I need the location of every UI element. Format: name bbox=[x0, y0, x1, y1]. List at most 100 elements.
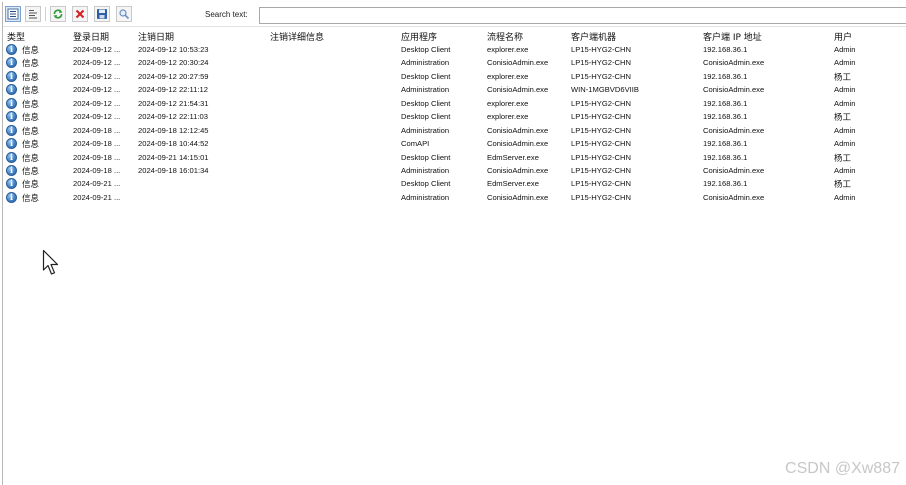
cell-application: Desktop Client bbox=[401, 71, 451, 81]
cell-application: Desktop Client bbox=[401, 152, 451, 162]
refresh-button[interactable] bbox=[50, 6, 66, 22]
table-row[interactable]: i 信息 2024-09-12 ... 2024-09-12 21:54:31 Desk… bbox=[3, 97, 906, 110]
cell-client-ip: 192.168.36.1 bbox=[703, 179, 748, 189]
cell-login-date: 2024-09-12 ... bbox=[73, 112, 121, 122]
table-row[interactable]: i 信息 2024-09-21 ... Desktop Client EdmServer… bbox=[3, 177, 906, 190]
details-view-button[interactable] bbox=[5, 6, 21, 22]
table-row[interactable]: i 信息 2024-09-12 ... 2024-09-12 10:53:23 Desk… bbox=[3, 43, 906, 56]
cell-client-ip: 192.168.36.1 bbox=[703, 71, 748, 81]
cell-type: 信息 bbox=[22, 72, 40, 83]
refresh-icon bbox=[53, 9, 63, 19]
column-header-client-machine[interactable]: 客户端机器 bbox=[571, 30, 616, 43]
cell-application: Administration bbox=[401, 192, 450, 202]
cell-client-ip: 192.168.36.1 bbox=[703, 112, 748, 122]
cell-type: 信息 bbox=[22, 166, 40, 177]
cell-process-name: ConisioAdmin.exe bbox=[487, 192, 549, 202]
cell-process-name: EdmServer.exe bbox=[487, 152, 539, 162]
cell-login-date: 2024-09-18 ... bbox=[73, 152, 121, 162]
cell-user: 杨工 bbox=[834, 72, 852, 83]
delete-button[interactable] bbox=[72, 6, 88, 22]
cell-application: Desktop Client bbox=[401, 112, 451, 122]
cell-logout-date: 2024-09-12 20:30:24 bbox=[138, 58, 209, 68]
mouse-pointer-icon bbox=[42, 249, 59, 275]
cell-login-date: 2024-09-12 ... bbox=[73, 45, 121, 54]
save-button[interactable] bbox=[94, 6, 110, 22]
search-label: Search text: bbox=[205, 10, 248, 19]
info-icon: i bbox=[6, 57, 17, 69]
cell-client-machine: LP15-HYG2-CHN bbox=[571, 152, 631, 162]
cell-user: Admin bbox=[834, 45, 856, 54]
cell-user: Admin bbox=[834, 165, 856, 175]
cell-user: 杨工 bbox=[834, 180, 852, 191]
cell-login-date: 2024-09-12 ... bbox=[73, 58, 121, 68]
info-icon: i bbox=[6, 44, 17, 55]
table-row[interactable]: i 信息 2024-09-18 ... 2024-09-18 16:01:34 Admi… bbox=[3, 164, 906, 177]
cell-type: 信息 bbox=[22, 86, 40, 97]
cell-type: 信息 bbox=[22, 113, 40, 124]
cell-login-date: 2024-09-12 ... bbox=[73, 98, 121, 108]
cell-user: Admin bbox=[834, 58, 856, 68]
cell-logout-date: 2024-09-21 14:15:01 bbox=[138, 152, 209, 162]
cell-application: Administration bbox=[401, 58, 450, 68]
cell-client-ip: 192.168.36.1 bbox=[703, 152, 748, 162]
cell-client-machine: LP15-HYG2-CHN bbox=[571, 125, 631, 135]
cell-client-ip: 192.168.36.1 bbox=[703, 139, 748, 149]
cell-logout-date: 2024-09-12 22:11:03 bbox=[138, 112, 208, 122]
cell-application: ComAPI bbox=[401, 139, 430, 149]
info-icon: i bbox=[6, 178, 17, 190]
cell-process-name: EdmServer.exe bbox=[487, 179, 539, 189]
cell-login-date: 2024-09-18 ... bbox=[73, 125, 121, 135]
info-icon: i bbox=[6, 151, 17, 163]
cell-process-name: ConisioAdmin.exe bbox=[487, 85, 549, 95]
column-header-login-date[interactable]: 登录日期 bbox=[73, 30, 109, 43]
cell-login-date: 2024-09-12 ... bbox=[73, 71, 121, 81]
table-row[interactable]: i 信息 2024-09-18 ... 2024-09-18 12:12:45 Admi… bbox=[3, 124, 906, 137]
column-header-logout-date[interactable]: 注销日期 bbox=[138, 30, 174, 43]
cell-client-machine: LP15-HYG2-CHN bbox=[571, 179, 631, 189]
save-icon bbox=[97, 9, 107, 19]
cell-client-ip: 192.168.36.1 bbox=[703, 98, 748, 108]
table-row[interactable]: i 信息 2024-09-12 ... 2024-09-12 22:11:12 Admi… bbox=[3, 83, 906, 96]
column-header-type[interactable]: 类型 bbox=[7, 30, 25, 43]
search-input[interactable] bbox=[259, 7, 906, 24]
cell-user: Admin bbox=[834, 85, 856, 95]
cell-logout-date: 2024-09-18 16:01:34 bbox=[138, 165, 209, 175]
table-row[interactable]: i 信息 2024-09-12 ... 2024-09-12 22:11:03 Desk… bbox=[3, 110, 906, 123]
info-icon: i bbox=[6, 124, 17, 136]
table-row[interactable]: i 信息 2024-09-18 ... 2024-09-21 14:15:01 Desk… bbox=[3, 151, 906, 164]
cell-client-ip: ConisioAdmin.exe bbox=[703, 192, 765, 202]
cell-user: 杨工 bbox=[834, 113, 852, 124]
info-icon: i bbox=[6, 97, 17, 109]
cell-process-name: explorer.exe bbox=[487, 71, 529, 81]
column-header-application[interactable]: 应用程序 bbox=[401, 30, 437, 43]
cell-process-name: ConisioAdmin.exe bbox=[487, 139, 549, 149]
cell-user: Admin bbox=[834, 125, 856, 135]
table-row[interactable]: i 信息 2024-09-21 ... Administration ConisioAd… bbox=[3, 191, 906, 204]
find-button[interactable] bbox=[116, 6, 132, 22]
cell-type: 信息 bbox=[22, 99, 40, 110]
cell-client-ip: ConisioAdmin.exe bbox=[703, 85, 765, 95]
cell-process-name: ConisioAdmin.exe bbox=[487, 58, 549, 68]
table-row[interactable]: i 信息 2024-09-12 ... 2024-09-12 20:30:24 Admi… bbox=[3, 56, 906, 69]
cell-logout-date: 2024-09-18 10:44:52 bbox=[138, 139, 209, 149]
list-view-button[interactable] bbox=[25, 6, 41, 22]
column-header-logout-details[interactable]: 注销详细信息 bbox=[270, 30, 324, 43]
cell-type: 信息 bbox=[22, 140, 40, 151]
cell-user: 杨工 bbox=[834, 153, 852, 164]
toolbar-divider bbox=[3, 26, 906, 27]
cell-application: Administration bbox=[401, 85, 450, 95]
cell-login-date: 2024-09-18 ... bbox=[73, 165, 121, 175]
column-header-process-name[interactable]: 流程名称 bbox=[487, 30, 523, 43]
delete-icon bbox=[75, 9, 85, 19]
table-row[interactable]: i 信息 2024-09-18 ... 2024-09-18 10:44:52 ComA… bbox=[3, 137, 906, 150]
toolbar: Search text: bbox=[3, 4, 906, 24]
cell-login-date: 2024-09-12 ... bbox=[73, 85, 121, 95]
info-icon: i bbox=[6, 191, 17, 203]
cell-application: Desktop Client bbox=[401, 45, 451, 54]
column-header-user[interactable]: 用户 bbox=[834, 30, 852, 43]
cell-process-name: explorer.exe bbox=[487, 98, 529, 108]
table-row[interactable]: i 信息 2024-09-12 ... 2024-09-12 20:27:59 Desk… bbox=[3, 70, 906, 83]
column-header-client-ip[interactable]: 客户端 IP 地址 bbox=[703, 30, 762, 43]
cell-process-name: explorer.exe bbox=[487, 112, 529, 122]
cell-logout-date: 2024-09-12 21:54:31 bbox=[138, 98, 209, 108]
